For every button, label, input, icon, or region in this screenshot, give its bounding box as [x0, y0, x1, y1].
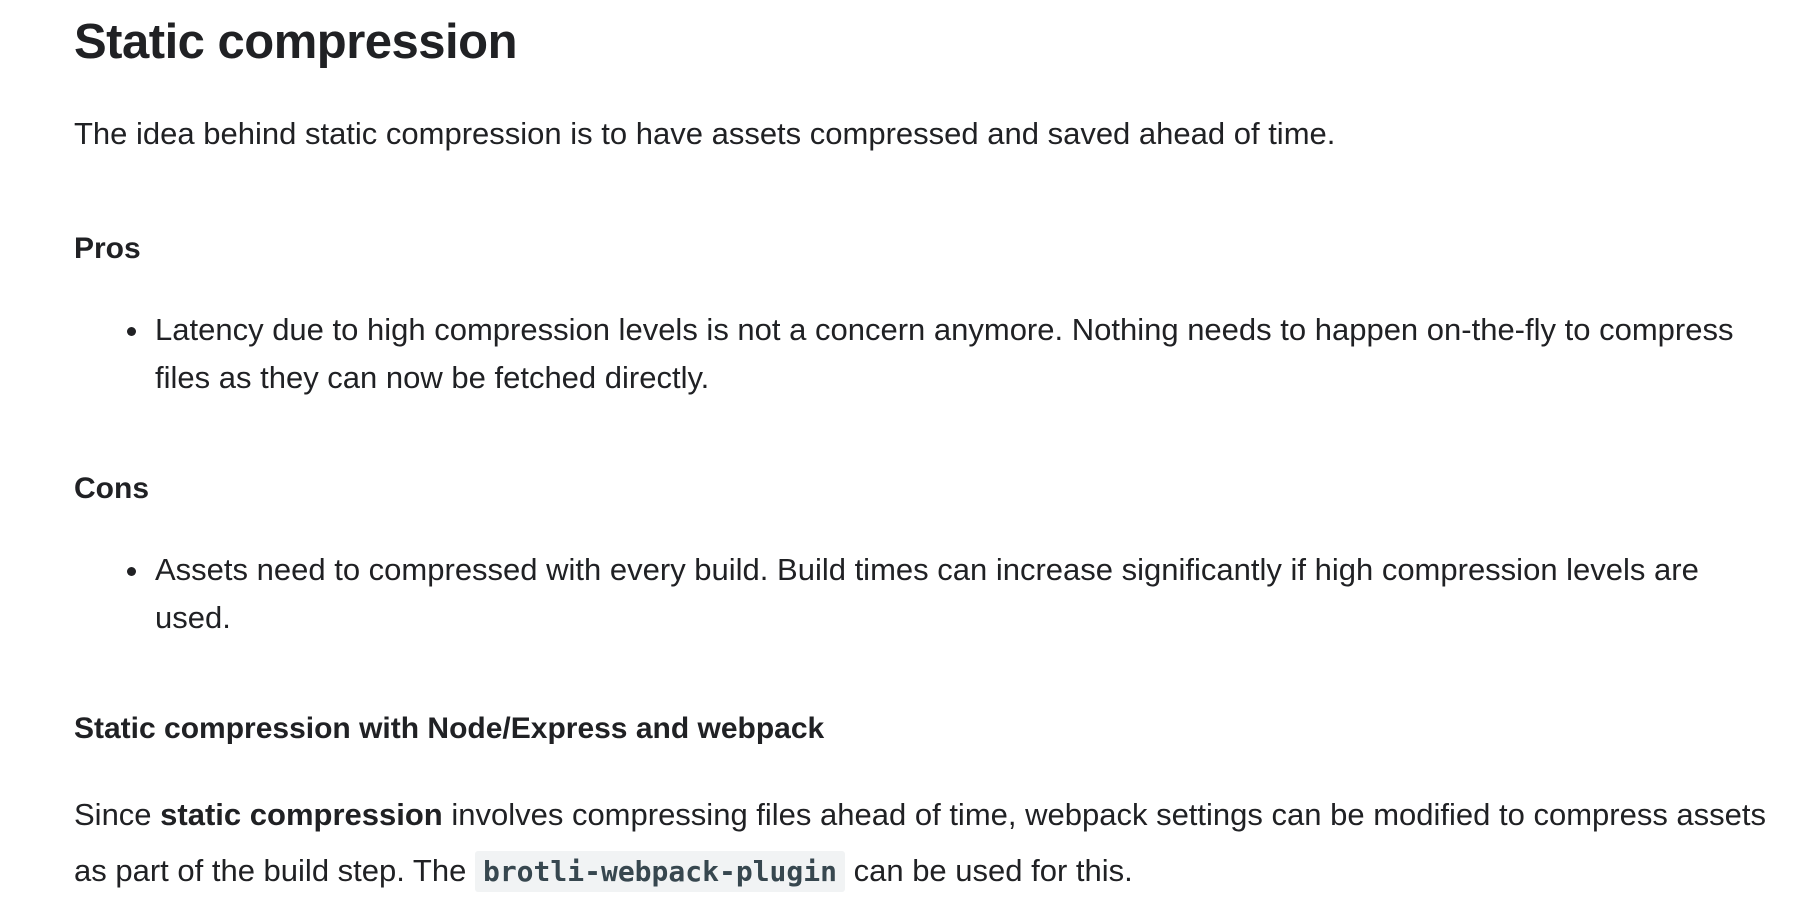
body-suffix: can be used for this. — [844, 853, 1133, 888]
list-item-text: Assets need to compressed with every bui… — [155, 552, 1699, 635]
subsection-heading: Static compression with Node/Express and… — [74, 712, 825, 745]
cons-heading: Cons — [74, 472, 149, 505]
list-item: Assets need to compressed with every bui… — [74, 546, 1774, 642]
bullet-icon — [127, 327, 136, 336]
pros-heading: Pros — [74, 232, 141, 265]
bullet-icon — [127, 567, 136, 576]
intro-paragraph: The idea behind static compression is to… — [74, 116, 1336, 151]
subsection-paragraph: Since static compression involves compre… — [74, 787, 1774, 900]
body-prefix: Since — [74, 797, 161, 832]
code-snippet: brotli-webpack-plugin — [474, 851, 845, 892]
cons-list: Assets need to compressed with every bui… — [74, 546, 1774, 642]
body-bold-term: static compression — [160, 797, 443, 832]
list-item-text: Latency due to high compression levels i… — [155, 312, 1734, 395]
page-title: Static compression — [74, 15, 518, 69]
list-item: Latency due to high compression levels i… — [74, 306, 1774, 402]
article-page: Static compression The idea behind stati… — [0, 0, 1793, 902]
pros-list: Latency due to high compression levels i… — [74, 306, 1774, 402]
